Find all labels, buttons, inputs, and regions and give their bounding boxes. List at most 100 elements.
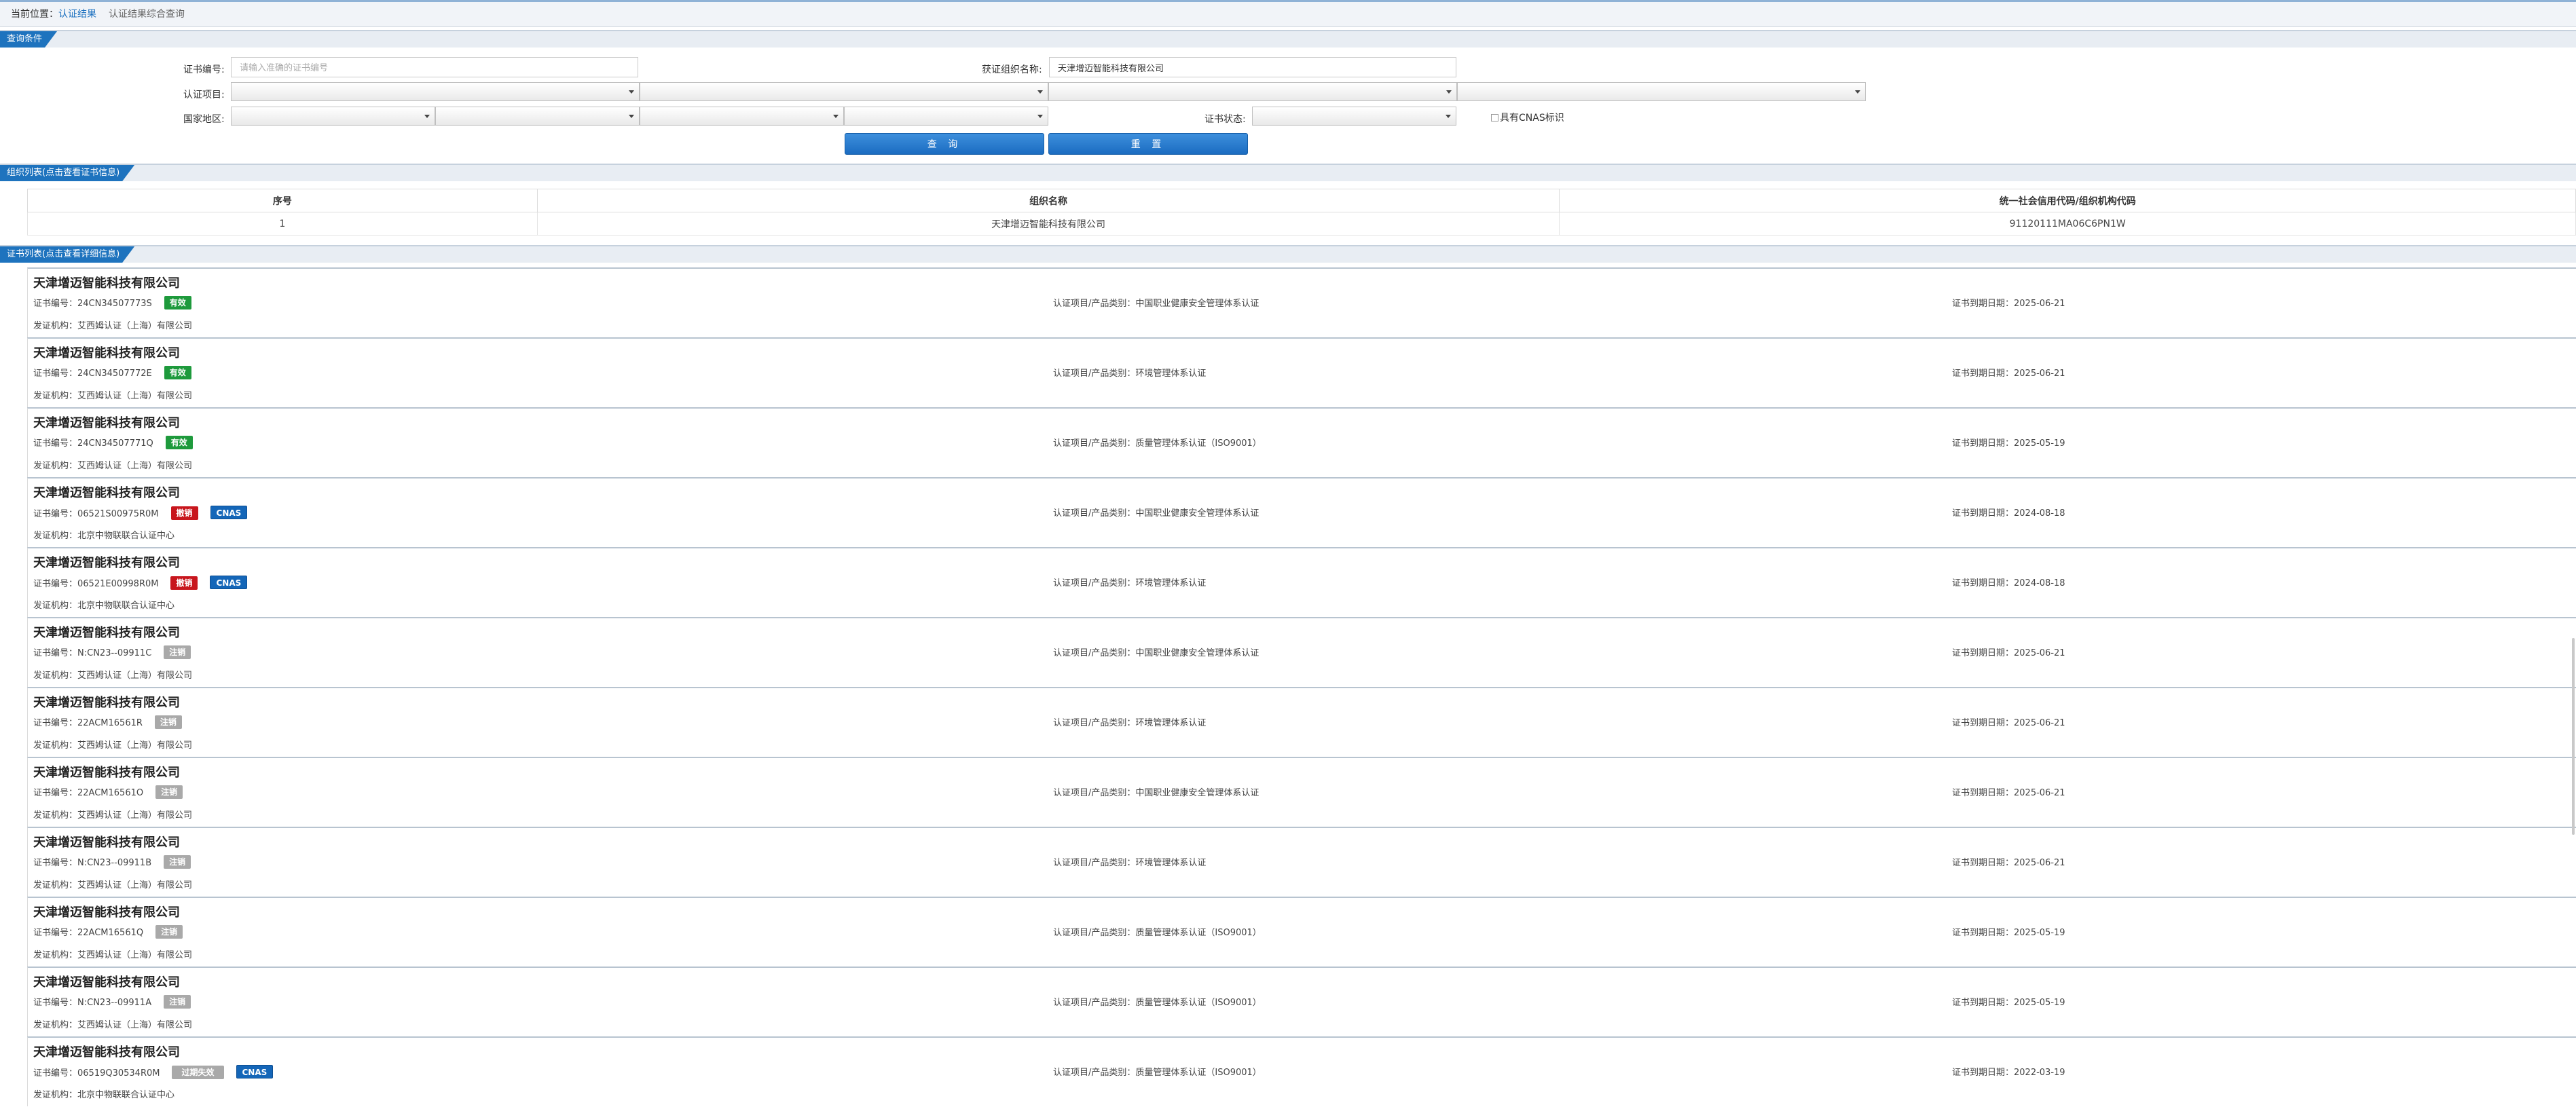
cert-issuer: 北京中物联联合认证中心 <box>77 601 175 611</box>
cert-project-row: 认证项目/产品类别：环境管理体系认证 <box>1053 715 1206 728</box>
cert-list-item[interactable]: 天津增迈智能科技有限公司 证书编号：06521E00998R0M 撤销 CNAS 发证机… <box>27 547 2576 617</box>
cert-issuer: 艾西姆认证（上海）有限公司 <box>77 810 193 821</box>
cert-project-row: 认证项目/产品类别：中国职业健康安全管理体系认证 <box>1053 645 1259 658</box>
cert-project: 中国职业健康安全管理体系认证 <box>1135 508 1259 519</box>
cert-number: 22ACM16561O <box>77 788 144 798</box>
cert-number-label: 证书编号： <box>33 858 78 868</box>
cert-list-item[interactable]: 天津增迈智能科技有限公司 证书编号：24CN34507771Q 有效 发证机构：艾西姆… <box>27 407 2576 477</box>
checkbox-box[interactable] <box>1491 114 1498 121</box>
cert-issuer-row: 发证机构：北京中物联联合认证中心 <box>33 598 174 611</box>
cert-number-label: 证书编号： <box>33 579 78 589</box>
cert-number: N:CN23--09911B <box>77 858 152 868</box>
cert-project-row: 认证项目/产品类别：环境管理体系认证 <box>1053 855 1206 868</box>
cert-org-name[interactable]: 天津增迈智能科技有限公司 <box>33 763 180 781</box>
cert-number-label: 证书编号： <box>33 299 78 309</box>
org-name-input[interactable] <box>1049 57 1456 77</box>
column-header-index: 序号 <box>27 189 538 212</box>
cert-issuer-row: 发证机构：艾西姆认证（上海）有限公司 <box>33 738 192 751</box>
status-badge: 撤销 <box>170 576 198 590</box>
table-row[interactable]: 1 天津增迈智能科技有限公司 91120111MA06C6PN1W <box>27 212 2576 236</box>
cert-expiry: 2025-06-21 <box>2014 648 2065 658</box>
cert-expiry-row: 证书到期日期：2025-06-21 <box>1952 855 2065 868</box>
chevron-down-icon <box>1446 115 1451 118</box>
cert-issuer-label: 发证机构： <box>33 740 78 751</box>
cert-issuer: 北京中物联联合认证中心 <box>77 1090 175 1100</box>
scrollbar-thumb[interactable] <box>2572 638 2575 835</box>
cert-list-item[interactable]: 天津增迈智能科技有限公司 证书编号：24CN34507773S 有效 发证机构：艾西姆… <box>27 267 2576 337</box>
cert-list-item[interactable]: 天津增迈智能科技有限公司 证书编号：24CN34507772E 有效 发证机构：艾西姆… <box>27 337 2576 407</box>
search-button[interactable]: 查 询 <box>845 133 1044 155</box>
cert-list-item[interactable]: 天津增迈智能科技有限公司 证书编号：22ACM16561Q 注销 发证机构：艾西姆认证… <box>27 897 2576 967</box>
cert-issuer: 艾西姆认证（上海）有限公司 <box>77 671 193 681</box>
cert-list-item[interactable]: 天津增迈智能科技有限公司 证书编号：06521S00975R0M 撤销 CNAS 发证机… <box>27 477 2576 547</box>
cert-list-item[interactable]: 天津增迈智能科技有限公司 证书编号：22ACM16561R 注销 发证机构：艾西姆认证… <box>27 687 2576 757</box>
cert-project-row: 认证项目/产品类别：中国职业健康安全管理体系认证 <box>1053 506 1259 519</box>
table-cell-org-name[interactable]: 天津增迈智能科技有限公司 <box>536 212 1560 236</box>
cert-issuer: 艾西姆认证（上海）有限公司 <box>77 461 193 471</box>
cert-org-name[interactable]: 天津增迈智能科技有限公司 <box>33 343 180 361</box>
cert-expiry-label: 证书到期日期： <box>1952 648 2014 658</box>
cert-expiry-row: 证书到期日期：2025-06-21 <box>1952 366 2065 379</box>
cert-list-item[interactable]: 天津增迈智能科技有限公司 证书编号：22ACM16561O 注销 发证机构：艾西姆认证… <box>27 757 2576 827</box>
cert-expiry-label: 证书到期日期： <box>1952 299 2014 309</box>
cert-issuer-row: 发证机构：艾西姆认证（上海）有限公司 <box>33 1017 192 1030</box>
region-select-2[interactable] <box>435 107 640 126</box>
breadcrumb: 当前位置：认证结果 认证结果综合查询 <box>11 2 185 27</box>
cert-project: 质量管理体系认证（ISO9001） <box>1135 1068 1262 1078</box>
cert-list-item[interactable]: 天津增迈智能科技有限公司 证书编号：N:CN23--09911C 注销 发证机构：艾西… <box>27 617 2576 687</box>
region-select-1[interactable] <box>231 107 435 126</box>
cert-org-name[interactable]: 天津增迈智能科技有限公司 <box>33 413 180 431</box>
cert-expiry-row: 证书到期日期：2025-06-21 <box>1952 785 2065 798</box>
cert-expiry-row: 证书到期日期：2025-06-21 <box>1952 296 2065 309</box>
cert-list-item[interactable]: 天津增迈智能科技有限公司 证书编号：N:CN23--09911A 注销 发证机构：艾西… <box>27 967 2576 1036</box>
cert-number: 24CN34507771Q <box>77 438 153 449</box>
cert-number: 24CN34507773S <box>77 299 152 309</box>
project-select-1[interactable] <box>231 82 640 101</box>
region-select-3[interactable] <box>640 107 844 126</box>
cert-list-item[interactable]: 天津增迈智能科技有限公司 证书编号：06519Q30534R0M 过期失效 CNAS 发… <box>27 1036 2576 1106</box>
cert-no-input[interactable] <box>231 57 638 77</box>
region-label: 国家地区: <box>183 114 225 125</box>
cert-org-name[interactable]: 天津增迈智能科技有限公司 <box>33 483 180 501</box>
status-badge: 注销 <box>164 995 191 1009</box>
cert-list-item[interactable]: 天津增迈智能科技有限公司 证书编号：N:CN23--09911B 注销 发证机构：艾西… <box>27 827 2576 897</box>
cert-project-label: 认证项目/产品类别： <box>1053 578 1136 588</box>
cert-issuer: 艾西姆认证（上海）有限公司 <box>77 391 193 401</box>
cnas-checkbox[interactable]: 具有CNAS标识 <box>1491 111 1564 124</box>
cert-org-name[interactable]: 天津增迈智能科技有限公司 <box>33 903 180 920</box>
cert-org-name[interactable]: 天津增迈智能科技有限公司 <box>33 623 180 641</box>
cert-number-row: 证书编号：22ACM16561O 注销 <box>33 785 183 799</box>
cert-issuer: 艾西姆认证（上海）有限公司 <box>77 950 193 960</box>
cert-project-row: 认证项目/产品类别：中国职业健康安全管理体系认证 <box>1053 785 1259 798</box>
reset-button[interactable]: 重 置 <box>1048 133 1248 155</box>
project-select-2[interactable] <box>640 82 1048 101</box>
cert-project: 环境管理体系认证 <box>1135 578 1207 588</box>
cert-number-row: 证书编号：N:CN23--09911C 注销 <box>33 645 191 659</box>
cert-project-label: 认证项目/产品类别： <box>1053 438 1136 449</box>
cert-expiry: 2025-06-21 <box>2014 369 2065 379</box>
cert-project: 环境管理体系认证 <box>1135 718 1207 728</box>
cert-org-name[interactable]: 天津增迈智能科技有限公司 <box>33 553 180 571</box>
cert-number: 06521E00998R0M <box>77 579 159 589</box>
status-select[interactable] <box>1252 107 1456 126</box>
status-badge: 注销 <box>155 925 183 939</box>
cert-org-name[interactable]: 天津增迈智能科技有限公司 <box>33 833 180 850</box>
cert-expiry-label: 证书到期日期： <box>1952 578 2014 588</box>
cert-number-label: 证书编号： <box>33 369 78 379</box>
region-select-4[interactable] <box>844 107 1048 126</box>
cert-org-name[interactable]: 天津增迈智能科技有限公司 <box>33 1043 180 1060</box>
cnas-checkbox-label: 具有CNAS标识 <box>1500 113 1564 124</box>
cert-org-name[interactable]: 天津增迈智能科技有限公司 <box>33 274 180 291</box>
cert-expiry-label: 证书到期日期： <box>1952 928 2014 938</box>
cert-org-name[interactable]: 天津增迈智能科技有限公司 <box>33 973 180 990</box>
cert-expiry-label: 证书到期日期： <box>1952 858 2014 868</box>
cert-project-label: 认证项目/产品类别： <box>1053 788 1136 798</box>
cert-number: 22ACM16561Q <box>77 928 144 938</box>
project-select-4[interactable] <box>1457 82 1866 101</box>
cert-expiry: 2025-05-19 <box>2014 998 2065 1008</box>
cert-expiry-label: 证书到期日期： <box>1952 718 2014 728</box>
breadcrumb-current-link[interactable]: 认证结果 <box>58 9 96 20</box>
cert-org-name[interactable]: 天津增迈智能科技有限公司 <box>33 693 180 711</box>
project-select-3[interactable] <box>1048 82 1457 101</box>
cert-number-row: 证书编号：N:CN23--09911A 注销 <box>33 995 191 1009</box>
